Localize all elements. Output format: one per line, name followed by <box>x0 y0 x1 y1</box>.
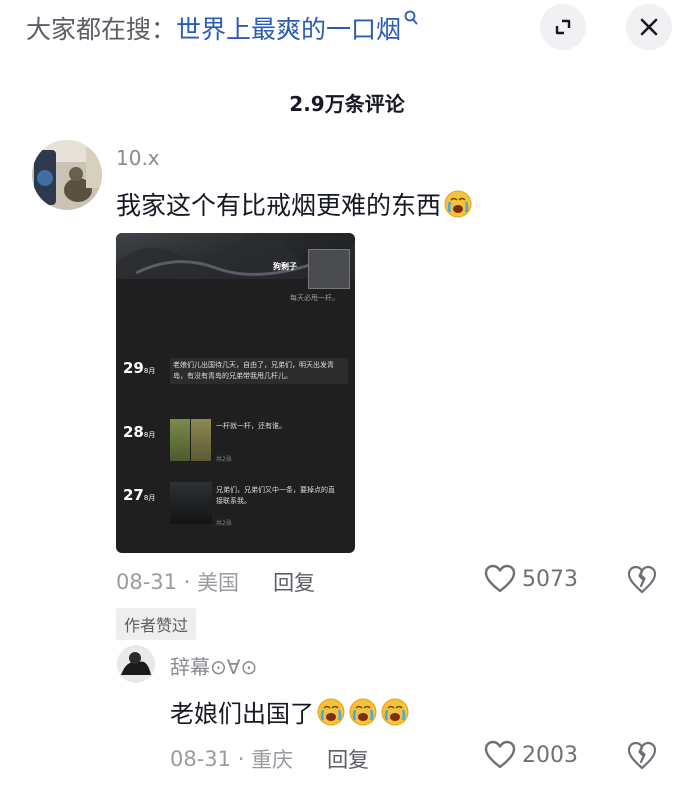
comment-text-body: 老娘们出国了 <box>170 700 314 728</box>
image-profile-avatar <box>308 249 350 289</box>
reply-button[interactable]: 回复 <box>273 567 315 597</box>
comment-text: 老娘们出国了 <box>170 694 410 729</box>
comment-location: 美国 <box>197 571 240 595</box>
search-prefix-label: 大家都在搜： <box>26 15 177 44</box>
close-button[interactable] <box>626 4 672 50</box>
search-suggestion[interactable]: 大家都在搜： 世界上最爽的一口烟 <box>26 8 418 48</box>
dislike-button[interactable] <box>627 741 657 775</box>
like-button[interactable]: 2003 <box>484 740 578 770</box>
comment-date: 08-31 <box>116 570 178 594</box>
meta-separator: · <box>177 570 198 594</box>
search-term-link[interactable]: 世界上最爽的一口烟 <box>176 10 401 46</box>
comment-date: 08-31 <box>170 747 232 771</box>
image-profile-name: 狗剩子 <box>273 262 297 271</box>
comment-text-body: 我家这个有比戒烟更难的东西 <box>116 191 442 220</box>
dislike-button[interactable] <box>627 565 657 599</box>
image-profile-signature: 每天必甩一杆。 <box>290 294 339 302</box>
comment-text: 我家这个有比戒烟更难的东西 <box>116 186 473 222</box>
crying-face-emoji-icon <box>316 697 346 727</box>
image-entry-photo <box>170 419 190 461</box>
image-entry-photo <box>170 482 212 524</box>
heart-icon <box>484 740 516 769</box>
comment-author[interactable]: 10.x <box>116 146 160 170</box>
image-entry-date: 278月 <box>123 486 156 504</box>
search-icon <box>404 10 418 30</box>
broken-heart-icon <box>627 741 657 770</box>
comment-meta: 08-31 · 重庆 回复 <box>170 744 369 774</box>
broken-heart-icon <box>627 565 657 594</box>
image-entry-text: 老娘们儿出国待几天，自由了，兄弟们，明天出发青岛，有没有青岛的兄弟带我甩几杆儿。 <box>170 358 348 384</box>
like-count: 5073 <box>522 566 578 592</box>
crying-face-emoji-icon <box>380 697 410 727</box>
close-icon <box>640 18 658 36</box>
expand-icon <box>555 19 571 35</box>
image-entry-text: 一杆就一杆，还有谁。 <box>216 422 286 430</box>
crying-face-emoji-icon <box>443 189 473 219</box>
image-entry-text: 兄弟们，兄弟们又中一条，要掉点的直接联系我。 <box>216 486 335 505</box>
comment-meta: 08-31 · 美国 回复 <box>116 567 315 597</box>
heart-icon <box>484 564 516 593</box>
meta-separator: · <box>231 747 252 771</box>
reply-button[interactable]: 回复 <box>327 744 369 774</box>
crying-face-emoji-icon <box>348 697 378 727</box>
comment-location: 重庆 <box>251 748 294 772</box>
like-count: 2003 <box>522 742 578 768</box>
avatar[interactable] <box>117 645 155 683</box>
avatar[interactable] <box>32 140 102 210</box>
like-button[interactable]: 5073 <box>484 564 578 594</box>
author-liked-badge: 作者赞过 <box>116 608 197 640</box>
image-entry-photo <box>191 419 211 461</box>
image-entry-date: 288月 <box>123 423 156 441</box>
expand-button[interactable] <box>540 4 586 50</box>
image-entry-photo-count: 共2张 <box>216 520 232 527</box>
top-bar: 大家都在搜： 世界上最爽的一口烟 <box>0 0 694 58</box>
image-entry-date: 298月 <box>123 359 156 377</box>
comment-count: 2.9万条评论 <box>289 92 405 116</box>
image-entry-photo-count: 共2张 <box>216 456 232 463</box>
comment-author[interactable]: 辞幕⊙∀⊙ <box>170 651 257 680</box>
comment-image[interactable]: 狗剩子 每天必甩一杆。 298月 老娘们儿出国待几天，自由了，兄弟们，明天出发青… <box>116 233 355 553</box>
